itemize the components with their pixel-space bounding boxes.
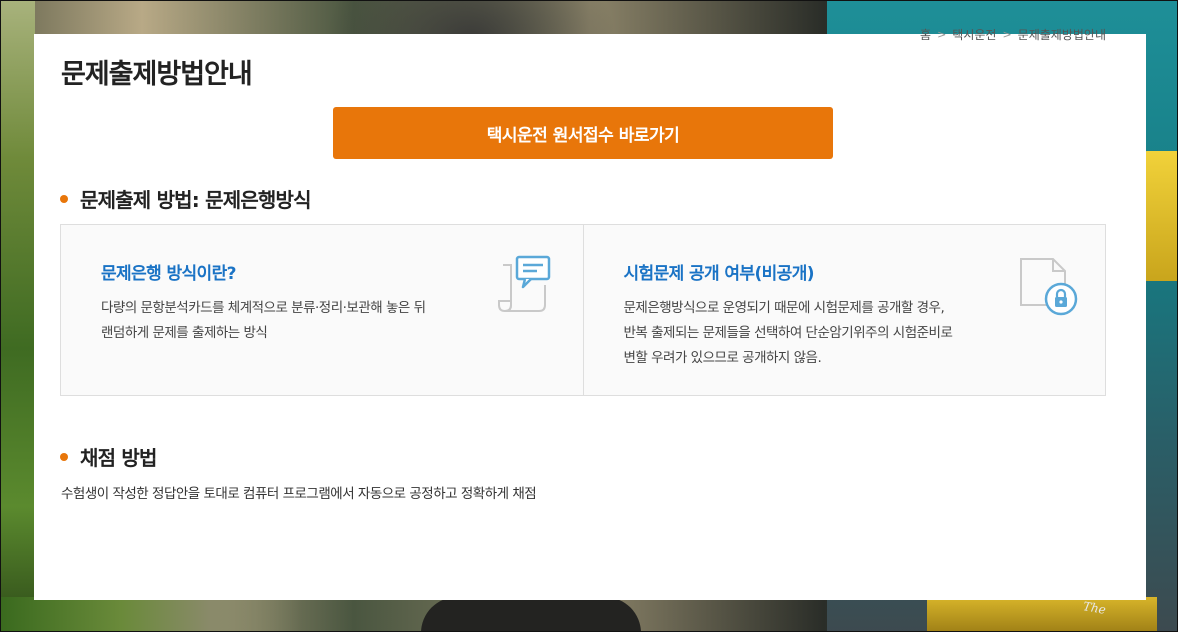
section-heading-text: 문제출제 방법: 문제은행방식 xyxy=(80,188,312,212)
section-heading-text: 채점 방법 xyxy=(80,446,157,470)
info-box-line: 다량의 문항분석카드를 체계적으로 분류·정리·보관해 놓은 뒤 xyxy=(101,300,426,316)
info-box-title: 문제은행 방식이란? xyxy=(101,264,237,284)
breadcrumb-taxi[interactable]: 택시운전 xyxy=(952,26,996,43)
info-box-title: 시험문제 공개 여부(비공개) xyxy=(623,264,815,284)
background-plant xyxy=(1,1,35,631)
info-box-line: 변할 우려가 있으므로 공개하지 않음. xyxy=(623,350,822,366)
info-box-line: 반복 출제되는 문제들을 선택하여 단순암기위주의 시험준비로 xyxy=(623,325,953,341)
section-heading-scoring: 채점 방법 xyxy=(60,442,157,471)
page-title: 문제출제방법안내 xyxy=(61,59,253,90)
info-box-description: 문제은행방식으로 운영되기 때문에 시험문제를 공개할 경우, 반복 출제되는 … xyxy=(624,296,1066,371)
bullet-icon xyxy=(60,452,68,461)
locked-document-icon xyxy=(1015,253,1079,319)
breadcrumb: 홈 > 택시운전 > 문제출제방법안내 xyxy=(920,26,1106,43)
bullet-icon xyxy=(60,194,68,203)
scoring-description: 수험생이 작성한 정답안을 토대로 컴퓨터 프로그램에서 자동으로 공정하고 정… xyxy=(61,486,537,502)
info-box-line: 랜덤하게 문제를 출제하는 방식 xyxy=(101,325,268,341)
background-dark-object xyxy=(421,597,641,631)
apply-taxi-exam-button[interactable]: 택시운전 원서접수 바로가기 xyxy=(333,107,833,159)
breadcrumb-separator-icon: > xyxy=(937,28,947,41)
speech-bubble-document-icon xyxy=(493,253,557,319)
background-plant-bottom xyxy=(1,597,301,631)
breadcrumb-current: 문제출제방법안내 xyxy=(1017,28,1106,42)
content-panel: 홈 > 택시운전 > 문제출제방법안내 문제출제방법안내 택시운전 원서접수 바… xyxy=(34,28,1146,600)
info-boxes: 문제은행 방식이란? 다량의 문항분석카드를 체계적으로 분류·정리·보관해 놓… xyxy=(60,224,1106,396)
section-heading-question-method: 문제출제 방법: 문제은행방식 xyxy=(60,184,312,213)
background-taxi-bottom xyxy=(927,597,1157,631)
info-box-description: 다량의 문항분석카드를 체계적으로 분류·정리·보관해 놓은 뒤 랜덤하게 문제… xyxy=(101,296,543,346)
info-box-disclosure: 시험문제 공개 여부(비공개) 문제은행방식으로 운영되기 때문에 시험문제를 … xyxy=(582,225,1106,395)
breadcrumb-separator-icon: > xyxy=(1002,28,1012,41)
info-box-question-bank: 문제은행 방식이란? 다량의 문항분석카드를 체계적으로 분류·정리·보관해 놓… xyxy=(61,225,583,395)
info-box-line: 문제은행방식으로 운영되기 때문에 시험문제를 공개할 경우, xyxy=(623,300,945,316)
breadcrumb-home[interactable]: 홈 xyxy=(920,26,931,43)
